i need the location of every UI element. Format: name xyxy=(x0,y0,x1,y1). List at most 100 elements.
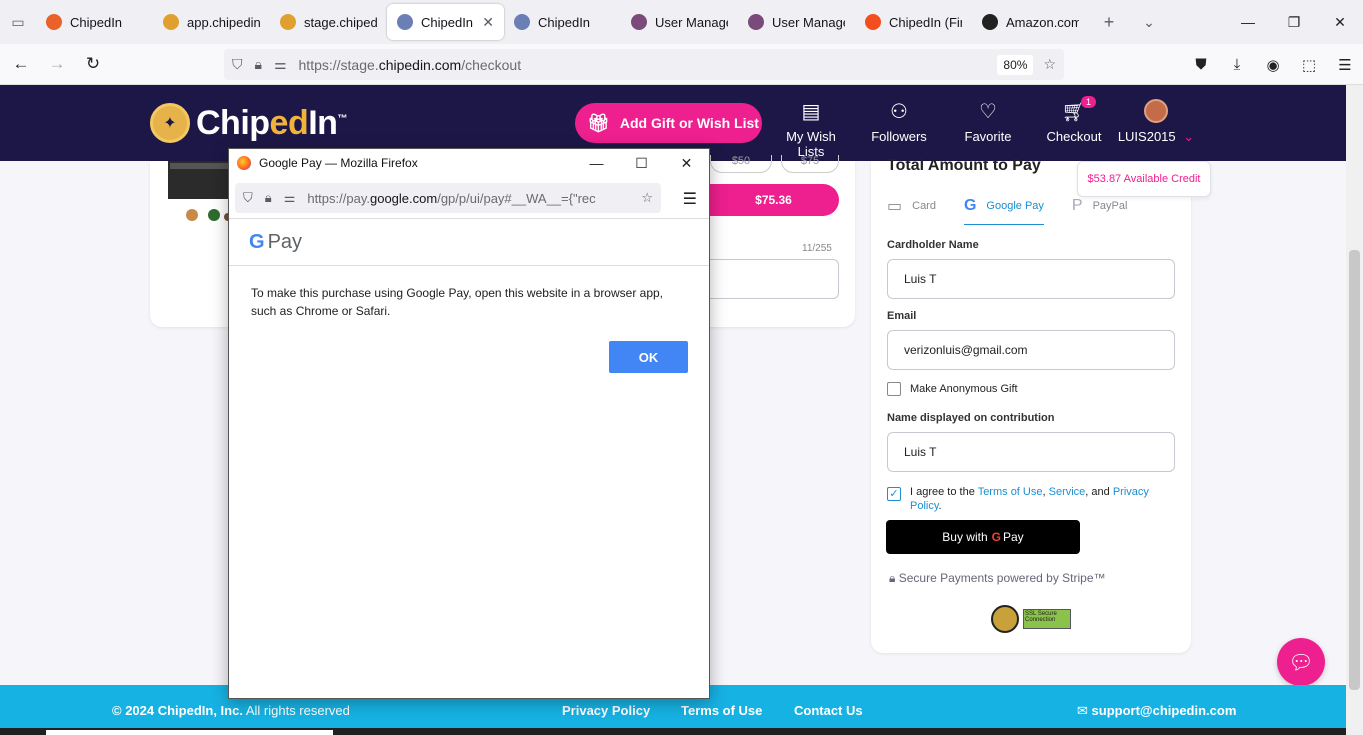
tab-card-label: Card xyxy=(912,200,936,212)
site-permissions-icon[interactable]: ⚌ xyxy=(284,190,296,206)
popup-menu-icon[interactable]: ☰ xyxy=(683,189,697,209)
popup-minimize-icon[interactable]: — xyxy=(574,149,619,177)
cardholder-label: Cardholder Name xyxy=(887,239,979,251)
browser-tab[interactable]: User Managem xyxy=(738,4,855,40)
forward-arrow-icon[interactable]: → xyxy=(39,46,75,82)
followers-icon: ⚇ xyxy=(890,101,908,123)
nav-my-wish-lists[interactable]: ▤ My Wish Lists xyxy=(772,99,850,159)
close-window-icon[interactable]: ✕ xyxy=(1317,0,1363,44)
tracking-shield-icon[interactable]: ⛉ xyxy=(243,190,253,206)
browser-tab[interactable]: ChipedIn xyxy=(504,4,621,40)
footer-terms-link[interactable]: Terms of Use xyxy=(681,703,762,718)
close-tab-icon[interactable]: ✕ xyxy=(482,14,494,31)
message-input[interactable] xyxy=(708,259,839,299)
chipedin-logo[interactable]: ✦ ChipedIn™ xyxy=(150,103,347,143)
amount-preset-b[interactable]: $75 xyxy=(781,155,839,173)
add-gift-button[interactable]: 🎁︎ Add Gift or Wish List xyxy=(575,103,762,143)
email-field[interactable]: verizonluis@gmail.com xyxy=(887,330,1175,370)
lock-icon[interactable]: 🔒︎ xyxy=(255,56,262,73)
service-link[interactable]: Service xyxy=(1049,486,1086,498)
terms-of-use-link[interactable]: Terms of Use xyxy=(978,486,1043,498)
browser-tab[interactable]: ChipedIn xyxy=(36,4,153,40)
tab-card[interactable]: ▭ Card xyxy=(887,191,936,225)
available-credit-badge: $53.87 Available Credit xyxy=(1077,161,1211,197)
site-permissions-icon[interactable]: ⚌ xyxy=(274,56,287,73)
mail-icon: ✉ xyxy=(1077,703,1088,718)
chat-button[interactable]: 💬︎ xyxy=(1277,638,1325,686)
lock-icon[interactable]: 🔒︎ xyxy=(265,190,272,206)
anonymous-gift-label: Make Anonymous Gift xyxy=(910,383,1018,395)
scrollbar-thumb[interactable] xyxy=(1349,250,1360,690)
popup-maximize-icon[interactable]: ☐ xyxy=(619,149,664,177)
lock-icon: 🔒︎ xyxy=(889,571,896,585)
nav-favorite[interactable]: ♡ Favorite xyxy=(962,99,1014,144)
logo-wordmark: ChipedIn™ xyxy=(196,103,347,142)
popup-address-bar[interactable]: ⛉ 🔒︎ ⚌ https://pay.google.com/gp/p/ui/pa… xyxy=(235,183,661,213)
browser-tab[interactable]: stage.chipedin xyxy=(270,4,387,40)
pocket-icon[interactable]: ⛊ xyxy=(1183,56,1219,73)
menu-icon[interactable]: ☰ xyxy=(1327,56,1363,74)
back-arrow-icon[interactable]: ← xyxy=(3,46,39,82)
restore-icon[interactable]: ❐ xyxy=(1271,0,1317,44)
taskbar-search[interactable] xyxy=(46,730,333,735)
ok-button[interactable]: OK xyxy=(609,341,688,373)
minimize-icon[interactable]: — xyxy=(1225,0,1271,44)
popup-window-title: Google Pay — Mozilla Firefox xyxy=(259,156,418,170)
tab-title: ChipedIn (Fina xyxy=(889,14,962,30)
extensions-icon[interactable]: ⬚ xyxy=(1291,56,1327,74)
payment-card: Total Amount to Pay ▭ Card G Google Pay PP… xyxy=(871,157,1191,653)
buy-with-label: Buy with xyxy=(942,530,988,544)
footer-contact-link[interactable]: Contact Us xyxy=(794,703,863,718)
browser-tab[interactable]: ChipedIn (Fina xyxy=(855,4,972,40)
tab-overview-icon[interactable]: ▭ xyxy=(0,0,36,44)
ssl-seal: SSL Secure Connection xyxy=(1023,609,1071,629)
reload-icon[interactable]: ↻ xyxy=(75,46,111,82)
footer-privacy-link[interactable]: Privacy Policy xyxy=(562,703,650,718)
new-tab-button[interactable]: + xyxy=(1089,0,1129,44)
secure-seal-icon xyxy=(991,605,1019,633)
page-scrollbar[interactable] xyxy=(1346,85,1363,735)
bookmark-star-icon[interactable]: ☆ xyxy=(641,190,653,206)
chevron-down-icon: ⌄ xyxy=(1183,129,1195,144)
tab-title: User Managem xyxy=(772,14,845,30)
avatar xyxy=(1144,99,1168,123)
display-name-field[interactable]: Luis T xyxy=(887,432,1175,472)
firefox-icon xyxy=(237,156,251,170)
amount-preset-a[interactable]: $50 xyxy=(710,155,772,173)
secure-label: Secure Payments powered by Stripe™ xyxy=(898,571,1106,585)
support-email-link[interactable]: ✉ support@chipedin.com xyxy=(1077,703,1236,719)
tab-title: app.chipedin.c xyxy=(187,14,260,30)
browser-tab[interactable]: Amazon.com: xyxy=(972,4,1089,40)
tab-title: ChipedIn xyxy=(538,14,591,30)
buy-with-google-pay-button[interactable]: Buy with G Pay xyxy=(886,520,1080,554)
browser-tab[interactable]: app.chipedin.c xyxy=(153,4,270,40)
browser-tab[interactable]: User Managem xyxy=(621,4,738,40)
nav-checkout[interactable]: 🛒︎ 1 Checkout xyxy=(1045,96,1103,144)
amount-total-button[interactable]: $75.36 xyxy=(708,184,839,216)
bookmark-star-icon[interactable]: ☆ xyxy=(1043,56,1056,73)
wishlist-icon: ▤ xyxy=(801,101,821,123)
address-bar[interactable]: ⛉ 🔒︎ ⚌ https://stage.chipedin.com/checko… xyxy=(224,49,1064,80)
nav-checkout-label: Checkout xyxy=(1046,129,1102,144)
cart-count-badge: 1 xyxy=(1081,96,1097,108)
tab-paypal-label: PayPal xyxy=(1092,200,1128,212)
user-menu[interactable]: LUIS2015 ⌄ xyxy=(1117,99,1195,145)
list-all-tabs-icon[interactable]: ⌄ xyxy=(1129,0,1169,44)
tracking-shield-icon[interactable]: ⛉ xyxy=(232,56,243,73)
anonymous-gift-checkbox[interactable] xyxy=(887,382,901,396)
zoom-level[interactable]: 80% xyxy=(997,54,1034,75)
nav-followers[interactable]: ⚇ Followers xyxy=(870,99,928,144)
google-g-icon: G xyxy=(991,530,1001,544)
gpay-separator xyxy=(229,265,709,266)
terms-checkbox[interactable]: ✓ xyxy=(887,487,901,501)
tab-google-pay[interactable]: G Google Pay xyxy=(963,191,1044,225)
chat-bubble-icon: 💬︎ xyxy=(1288,651,1314,674)
cardholder-name-field[interactable]: Luis T xyxy=(887,259,1175,299)
browser-tab[interactable]: ChipedIn ✕ xyxy=(387,4,504,40)
logo-mark-icon: ✦ xyxy=(150,103,190,143)
email-label: Email xyxy=(887,310,917,322)
downloads-icon[interactable]: ⤓ xyxy=(1219,56,1255,73)
account-icon[interactable]: ◉ xyxy=(1255,56,1291,74)
anonymous-gift-row[interactable]: Make Anonymous Gift xyxy=(887,382,1018,396)
popup-close-icon[interactable]: ✕ xyxy=(664,149,709,177)
